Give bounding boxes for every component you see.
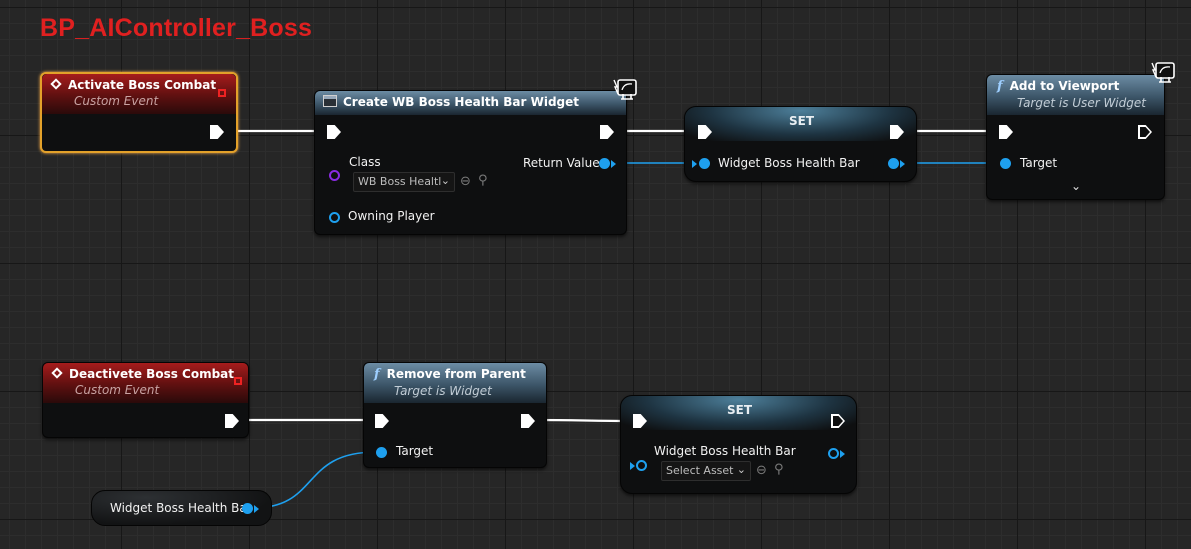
server-monitor-icon [1151, 62, 1175, 83]
node-header: Create WB Boss Health Bar Widget [315, 91, 626, 115]
asset-select[interactable]: Select Asset ⌄ [661, 461, 751, 481]
event-diamond-icon [50, 78, 62, 90]
node-title: Deactivete Boss Combat [69, 367, 235, 381]
owning-player-pin[interactable] [329, 212, 340, 223]
variable-label: Widget Boss Health Bar [718, 156, 860, 170]
exec-in-pin[interactable] [375, 414, 389, 428]
chevron-down-icon: ⌄ [736, 463, 746, 476]
exec-in-pin[interactable] [327, 125, 341, 139]
node-header: Deactivete Boss Combat Custom Event [43, 363, 248, 403]
getter-label: Widget Boss Health Bar [110, 501, 252, 515]
class-select-value: WB Boss Healtl [358, 175, 442, 188]
exec-out-pin[interactable] [225, 414, 239, 428]
pin-arrow [840, 450, 845, 458]
pin-arrow [611, 160, 616, 168]
pin-arrow [900, 160, 905, 168]
delegate-pin-icon[interactable] [234, 377, 242, 385]
node-title: Add to Viewport [1009, 79, 1120, 93]
node-title: SET [726, 403, 753, 417]
getter-out-pin[interactable] [242, 503, 253, 514]
search-icon[interactable]: ⚲ [774, 462, 784, 477]
class-widget-icon [323, 95, 337, 107]
delegate-pin-icon[interactable] [218, 89, 226, 97]
node-header: Activate Boss Combat Custom Event [42, 74, 236, 114]
node-subtitle: Target is User Widget [1017, 96, 1146, 110]
class-pin[interactable] [329, 170, 340, 181]
set-variable-node[interactable]: SET Widget Boss Health Bar Select Asset … [620, 395, 857, 494]
pin-arrow [692, 160, 697, 168]
create-widget-node[interactable]: Create WB Boss Health Bar Widget Class W… [314, 90, 627, 235]
browse-back-icon[interactable]: ⊖ [756, 463, 767, 478]
node-title: Create WB Boss Health Bar Widget [343, 95, 580, 109]
class-pin-label: Class [349, 155, 381, 169]
chevron-down-icon: ⌄ [440, 174, 450, 187]
function-icon: f [997, 79, 1003, 94]
node-header: f Add to Viewport Target is User Widget [987, 75, 1164, 115]
pin-arrow [630, 462, 635, 470]
function-icon: f [374, 367, 380, 382]
node-header: f Remove from Parent Target is Widget [364, 363, 546, 403]
pin-arrow [254, 505, 259, 513]
node-title: Activate Boss Combat [68, 78, 217, 92]
activate-boss-combat-node[interactable]: Activate Boss Combat Custom Event [40, 72, 238, 153]
set-variable-node[interactable]: SET Widget Boss Health Bar [684, 106, 917, 182]
exec-out-pin[interactable] [1138, 125, 1152, 139]
variable-in-pin[interactable] [699, 158, 710, 169]
node-subtitle: Target is Widget [394, 384, 492, 398]
variable-getter-node[interactable]: Widget Boss Health Bar [91, 490, 272, 526]
node-header: SET [685, 107, 916, 141]
browse-back-icon[interactable]: ⊖ [460, 174, 471, 189]
expand-chevron-icon[interactable]: ⌄ [1071, 179, 1081, 193]
node-subtitle: Custom Event [75, 383, 160, 397]
target-pin[interactable] [376, 447, 387, 458]
event-diamond-icon [51, 367, 63, 379]
target-label: Target [396, 444, 434, 458]
exec-in-pin[interactable] [999, 125, 1013, 139]
asset-select-value: Select Asset [666, 464, 734, 477]
class-select[interactable]: WB Boss Healtl ⌄ [353, 172, 455, 192]
node-subtitle: Custom Event [74, 94, 159, 108]
variable-out-pin[interactable] [888, 158, 899, 169]
add-to-viewport-node[interactable]: f Add to Viewport Target is User Widget T… [986, 74, 1165, 200]
variable-in-pin[interactable] [636, 460, 647, 471]
exec-wire [532, 418, 634, 423]
exec-out-pin[interactable] [521, 414, 535, 428]
search-icon[interactable]: ⚲ [478, 173, 488, 188]
node-title: SET [788, 114, 815, 128]
exec-out-pin[interactable] [600, 125, 614, 139]
target-pin[interactable] [1000, 158, 1011, 169]
deactivate-boss-combat-node[interactable]: Deactivete Boss Combat Custom Event [42, 362, 249, 438]
target-label: Target [1020, 156, 1058, 170]
variable-out-pin[interactable] [828, 448, 839, 459]
remove-from-parent-node[interactable]: f Remove from Parent Target is Widget Tar… [363, 362, 547, 468]
owning-player-label: Owning Player [348, 209, 435, 223]
return-value-label: Return Value [523, 156, 600, 170]
server-monitor-icon [613, 79, 637, 100]
node-title: Remove from Parent [386, 367, 526, 381]
node-header: SET [621, 396, 856, 430]
return-value-pin[interactable] [599, 158, 610, 169]
variable-label: Widget Boss Health Bar [654, 444, 796, 458]
exec-out-pin[interactable] [210, 125, 224, 139]
